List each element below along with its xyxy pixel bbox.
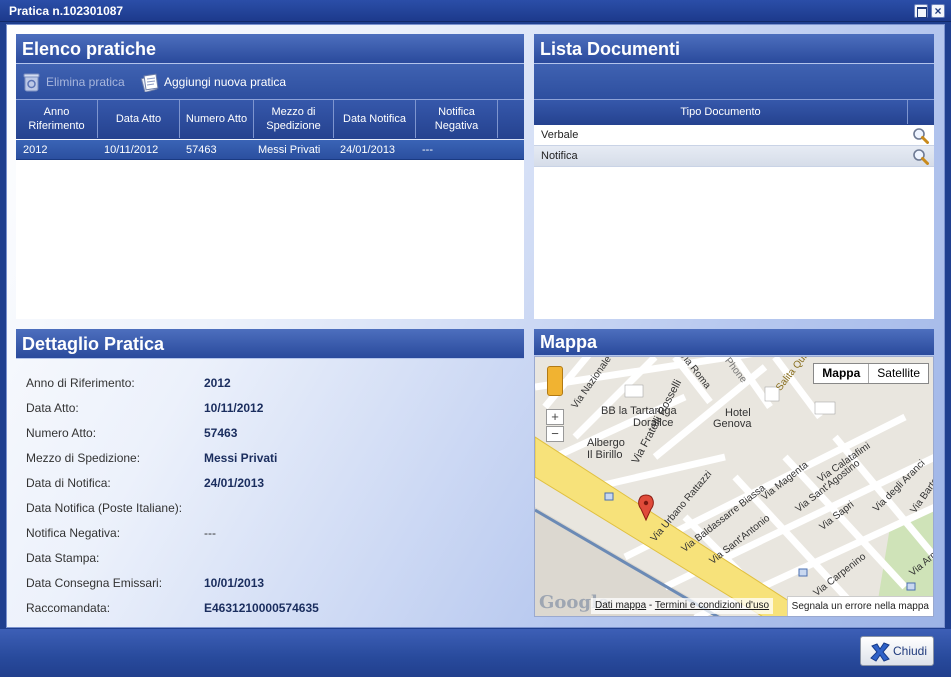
documenti-grid-header: Tipo Documento [534, 99, 934, 125]
detail-value: Messi Privati [204, 451, 278, 465]
documenti-toolbar [534, 64, 934, 99]
chiudi-button[interactable]: Chiudi [860, 636, 934, 666]
magnifier-icon[interactable] [912, 127, 929, 144]
detail-value: 10/01/2013 [204, 576, 265, 590]
close-x-icon [870, 642, 890, 662]
poi-label: Albergo [587, 437, 625, 449]
map-streets [535, 357, 933, 616]
pratiche-grid-body: 2012 10/11/2012 57463 Messi Privati 24/0… [16, 140, 524, 319]
detail-row: Raccomandata: E4631210000574635 [26, 598, 426, 618]
maximize-button[interactable] [914, 4, 928, 18]
elenco-pratiche-title: Elenco pratiche [22, 39, 157, 59]
cell-notifica-negativa: --- [422, 144, 433, 156]
list-item[interactable]: Notifica [534, 146, 934, 167]
column-notifica-negativa[interactable]: Notifica Negativa [416, 100, 498, 138]
dettaglio-pratica-title: Dettaglio Pratica [22, 334, 165, 354]
detail-row: Notifica Negativa: --- [26, 523, 426, 543]
detail-row: Mezzo di Spedizione: Messi Privati [26, 448, 426, 468]
map-data-link[interactable]: Dati mappa [595, 600, 646, 611]
recycle-bin-icon [23, 73, 40, 92]
cell-numero-atto: 57463 [186, 144, 217, 156]
map-attribution: Dati mappa - Termini e condizioni d'uso [591, 598, 774, 614]
map-type-satellite[interactable]: Satellite [869, 364, 928, 383]
detail-value: 10/11/2012 [204, 401, 264, 415]
detail-label: Data Notifica (Poste Italiane): [26, 501, 183, 515]
map-view[interactable]: + − Mappa Satellite Via Roma Phone Salit… [534, 356, 934, 617]
detail-row: Anno di Riferimento: 2012 [26, 373, 426, 393]
cell-data-atto: 10/11/2012 [104, 144, 159, 156]
mappa-header: Mappa [534, 329, 934, 356]
poi-label: Il Birillo [587, 449, 623, 461]
delete-pratica-button[interactable]: Elimina pratica [22, 71, 125, 93]
poi-label: Genova [713, 418, 752, 430]
column-data-notifica[interactable]: Data Notifica [334, 100, 416, 138]
detail-label: Raccomandata: [26, 601, 111, 615]
window-titlebar: Pratica n.102301087 × [0, 0, 951, 22]
documenti-grid-body: Verbale Notifica [534, 125, 934, 319]
detail-label: Data di Notifica: [26, 476, 111, 490]
delete-pratica-label: Elimina pratica [46, 75, 125, 89]
map-footer-separator: - [648, 600, 653, 611]
column-data-atto[interactable]: Data Atto [98, 100, 180, 138]
footer-bar [0, 629, 951, 677]
detail-label: Data Stampa: [26, 551, 100, 565]
pegman-icon[interactable] [547, 366, 563, 396]
detail-row: Numero Atto: 57463 [26, 423, 426, 443]
column-tipo-documento[interactable]: Tipo Documento [534, 100, 908, 124]
zoom-in-button[interactable]: + [546, 409, 564, 425]
zoom-out-button[interactable]: − [546, 426, 564, 442]
column-mezzo[interactable]: Mezzo di Spedizione [254, 100, 334, 138]
detail-value: --- [204, 526, 216, 540]
elenco-pratiche-header: Elenco pratiche [16, 34, 524, 64]
table-row[interactable]: 2012 10/11/2012 57463 Messi Privati 24/0… [16, 140, 524, 160]
document-name: Verbale [541, 129, 579, 141]
list-item[interactable]: Verbale [534, 125, 934, 146]
detail-value: 24/01/2013 [204, 476, 265, 490]
detail-row: Data Notifica (Poste Italiane): [26, 498, 426, 518]
column-anno[interactable]: Anno Riferimento [16, 100, 98, 138]
detail-label: Anno di Riferimento: [26, 376, 135, 390]
dettaglio-pratica-header: Dettaglio Pratica [16, 329, 524, 359]
pratiche-grid-header: Anno Riferimento Data Atto Numero Atto M… [16, 99, 524, 139]
column-numero-atto[interactable]: Numero Atto [180, 100, 254, 138]
detail-value: 2012 [204, 376, 231, 390]
new-document-icon [140, 73, 159, 92]
detail-value: E4631210000574635 [204, 601, 319, 615]
detail-label: Notifica Negativa: [26, 526, 121, 540]
chiudi-label: Chiudi [893, 644, 928, 658]
detail-row: Data Atto: 10/11/2012 [26, 398, 426, 418]
map-type-control: Mappa Satellite [813, 363, 929, 384]
detail-label: Data Consegna Emissari: [26, 576, 163, 590]
window-title: Pratica n.102301087 [9, 4, 124, 18]
detail-row: Data di Notifica: 24/01/2013 [26, 473, 426, 493]
elenco-toolbar: Elimina pratica Aggiungi nuova pratica [16, 64, 524, 99]
detail-value: 57463 [204, 426, 238, 440]
detail-label: Numero Atto: [26, 426, 97, 440]
cell-anno: 2012 [23, 144, 48, 156]
map-type-mappa[interactable]: Mappa [814, 364, 870, 383]
document-name: Notifica [541, 150, 578, 162]
detail-label: Data Atto: [26, 401, 79, 415]
report-error-link[interactable]: Segnala un errore nella mappa [786, 596, 933, 616]
magnifier-icon[interactable] [912, 148, 929, 165]
cell-mezzo: Messi Privati [258, 144, 321, 156]
lista-documenti-header: Lista Documenti [534, 34, 934, 64]
add-pratica-label: Aggiungi nuova pratica [164, 75, 287, 89]
close-window-button[interactable]: × [931, 4, 945, 18]
detail-row: Data Consegna Emissari: 10/01/2013 [26, 573, 426, 593]
detail-label: Mezzo di Spedizione: [26, 451, 141, 465]
mappa-title: Mappa [540, 332, 598, 352]
cell-data-notifica: 24/01/2013 [340, 144, 396, 156]
lista-documenti-title: Lista Documenti [540, 39, 681, 59]
terms-link[interactable]: Termini e condizioni d'uso [655, 600, 769, 611]
detail-row: Data Stampa: [26, 548, 426, 568]
add-pratica-button[interactable]: Aggiungi nuova pratica [140, 71, 286, 93]
